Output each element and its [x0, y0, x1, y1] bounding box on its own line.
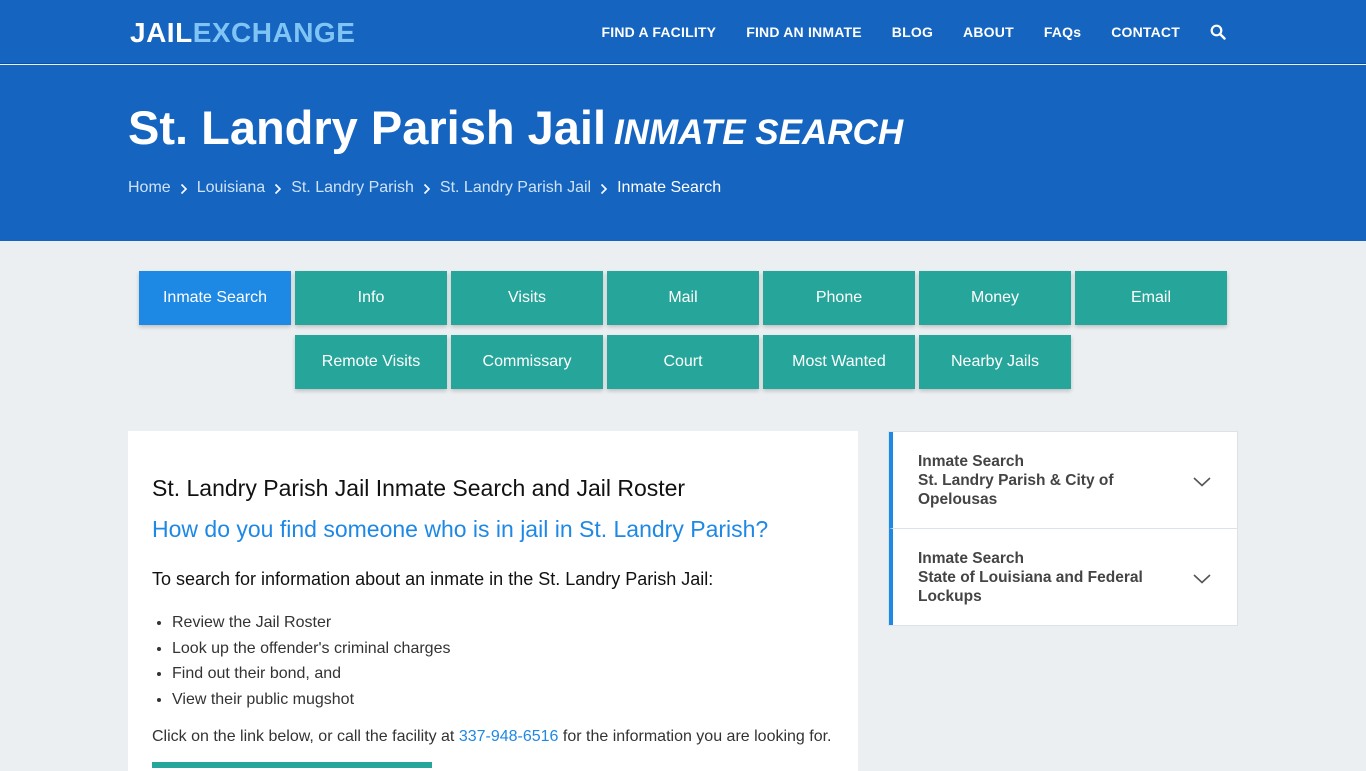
content-heading: St. Landry Parish Jail Inmate Search and…: [152, 475, 686, 501]
main-content-card: St. Landry Parish Jail Inmate Search and…: [128, 431, 858, 771]
accordion-title: Inmate Search: [918, 550, 1024, 567]
content-lead: To search for information about an inmat…: [152, 569, 714, 589]
chevron-right-icon: [600, 182, 608, 195]
chevron-down-icon[interactable]: [1193, 474, 1211, 487]
accordion-item-state[interactable]: Inmate Search State of Louisiana and Fed…: [889, 528, 1237, 625]
tab-email[interactable]: Email: [1075, 271, 1227, 325]
facility-tabs: Inmate Search Info Visits Mail Phone Mon…: [0, 271, 1366, 389]
info-list: Review the Jail Roster Look up the offen…: [172, 610, 834, 712]
nav-faqs[interactable]: FAQs: [1044, 24, 1081, 40]
tab-row-1: Inmate Search Info Visits Mail Phone Mon…: [0, 271, 1366, 325]
tab-row-2: Remote Visits Commissary Court Most Want…: [0, 335, 1366, 389]
call-text: Click on the link below, or call the fac…: [152, 728, 834, 746]
list-item: Find out their bond, and: [172, 661, 834, 687]
chevron-right-icon: [180, 182, 188, 195]
site-logo[interactable]: JAILEXCHANGE: [130, 17, 355, 49]
tab-most-wanted[interactable]: Most Wanted: [763, 335, 915, 389]
tab-inmate-search[interactable]: Inmate Search: [139, 271, 291, 325]
tab-phone[interactable]: Phone: [763, 271, 915, 325]
accordion-subtitle: State of Louisiana and Federal Lockups: [918, 569, 1143, 605]
roster-link-button[interactable]: [152, 762, 432, 768]
list-item: Review the Jail Roster: [172, 610, 834, 636]
breadcrumb: Home Louisiana St. Landry Parish St. Lan…: [128, 179, 721, 197]
breadcrumb-state[interactable]: Louisiana: [197, 179, 266, 197]
tab-court[interactable]: Court: [607, 335, 759, 389]
breadcrumb-current: Inmate Search: [617, 179, 722, 196]
logo-part-jail: JAIL: [130, 17, 193, 48]
list-item: View their public mugshot: [172, 687, 834, 713]
accordion-title: Inmate Search: [918, 453, 1024, 470]
tab-commissary[interactable]: Commissary: [451, 335, 603, 389]
tab-nearby-jails[interactable]: Nearby Jails: [919, 335, 1071, 389]
breadcrumb-facility[interactable]: St. Landry Parish Jail: [440, 179, 591, 197]
phone-link[interactable]: 337-948-6516: [459, 728, 559, 745]
chevron-down-icon[interactable]: [1193, 571, 1211, 584]
nav-find-inmate[interactable]: FIND AN INMATE: [746, 24, 862, 40]
accordion-subtitle: St. Landry Parish & City of Opelousas: [918, 472, 1114, 508]
nav-blog[interactable]: BLOG: [892, 24, 933, 40]
content-question: How do you find someone who is in jail i…: [152, 516, 769, 542]
list-item: Look up the offender's criminal charges: [172, 636, 834, 662]
logo-part-exchange: EXCHANGE: [192, 17, 356, 48]
top-navbar: JAILEXCHANGE FIND A FACILITY FIND AN INM…: [0, 0, 1366, 64]
breadcrumb-parish[interactable]: St. Landry Parish: [291, 179, 414, 197]
nav-find-facility[interactable]: FIND A FACILITY: [601, 24, 716, 40]
breadcrumb-home[interactable]: Home: [128, 179, 171, 197]
tab-info[interactable]: Info: [295, 271, 447, 325]
page-title-main: St. Landry Parish Jail: [128, 101, 607, 154]
call-text-before: Click on the link below, or call the fac…: [152, 728, 455, 745]
nav-contact[interactable]: CONTACT: [1111, 24, 1180, 40]
search-icon[interactable]: [1210, 24, 1226, 40]
page-title: St. Landry Parish Jail INMATE SEARCH: [128, 100, 903, 155]
tab-remote-visits[interactable]: Remote Visits: [295, 335, 447, 389]
nav-about[interactable]: ABOUT: [963, 24, 1014, 40]
chevron-right-icon: [274, 182, 282, 195]
main-nav: FIND A FACILITY FIND AN INMATE BLOG ABOU…: [571, 0, 1226, 64]
tab-visits[interactable]: Visits: [451, 271, 603, 325]
page-title-subtitle: INMATE SEARCH: [614, 113, 904, 152]
call-text-after: for the information you are looking for.: [562, 728, 832, 745]
hero-banner: St. Landry Parish Jail INMATE SEARCH Home…: [0, 65, 1366, 241]
tab-money[interactable]: Money: [919, 271, 1071, 325]
tab-mail[interactable]: Mail: [607, 271, 759, 325]
chevron-right-icon: [423, 182, 431, 195]
accordion-item-parish[interactable]: Inmate Search St. Landry Parish & City o…: [889, 432, 1237, 528]
sidebar-accordion: Inmate Search St. Landry Parish & City o…: [888, 431, 1238, 626]
